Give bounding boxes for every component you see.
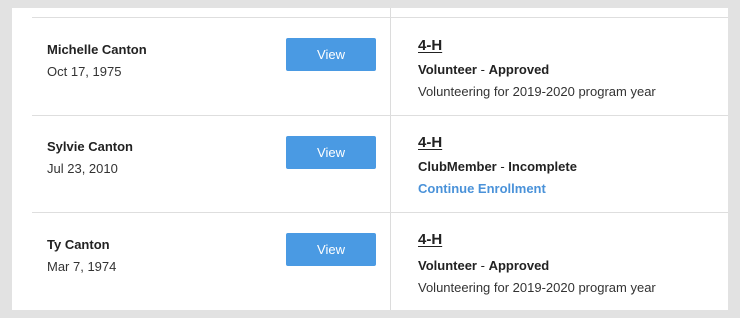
- member-name: Ty Canton: [47, 237, 110, 252]
- view-button[interactable]: View: [286, 233, 376, 266]
- status-separator: -: [477, 62, 489, 77]
- enrollment-status: Volunteer - Approved: [418, 62, 549, 77]
- program-link[interactable]: 4-H: [418, 231, 442, 248]
- enrollment-card: Michelle Canton Oct 17, 1975 View 4-H Vo…: [12, 8, 728, 310]
- member-name: Michelle Canton: [47, 42, 147, 57]
- row-divider: [32, 17, 728, 18]
- role-label: Volunteer: [418, 62, 477, 77]
- status-label: Approved: [488, 258, 550, 273]
- row-divider: [32, 115, 728, 116]
- view-button[interactable]: View: [286, 38, 376, 71]
- status-label: Approved: [488, 62, 550, 77]
- member-dob: Mar 7, 1974: [47, 259, 117, 274]
- enrollment-status: Volunteer - Approved: [418, 258, 549, 273]
- status-label: Incomplete: [508, 159, 577, 174]
- enrollment-detail: Volunteering for 2019-2020 program year: [418, 280, 656, 295]
- member-dob: Jul 23, 2010: [47, 161, 118, 176]
- member-dob: Oct 17, 1975: [47, 64, 122, 79]
- enrollment-detail: Volunteering for 2019-2020 program year: [418, 84, 656, 99]
- role-label: Volunteer: [418, 258, 477, 273]
- program-link[interactable]: 4-H: [418, 134, 442, 151]
- status-separator: -: [496, 159, 509, 174]
- column-divider: [390, 8, 391, 310]
- view-button[interactable]: View: [286, 136, 376, 169]
- row-divider: [32, 212, 728, 213]
- continue-enrollment-link[interactable]: Continue Enrollment: [418, 181, 546, 196]
- program-link[interactable]: 4-H: [418, 37, 442, 54]
- status-separator: -: [477, 258, 489, 273]
- member-name: Sylvie Canton: [47, 139, 133, 154]
- enrollment-status: ClubMember - Incomplete: [418, 159, 577, 174]
- role-label: ClubMember: [418, 159, 497, 174]
